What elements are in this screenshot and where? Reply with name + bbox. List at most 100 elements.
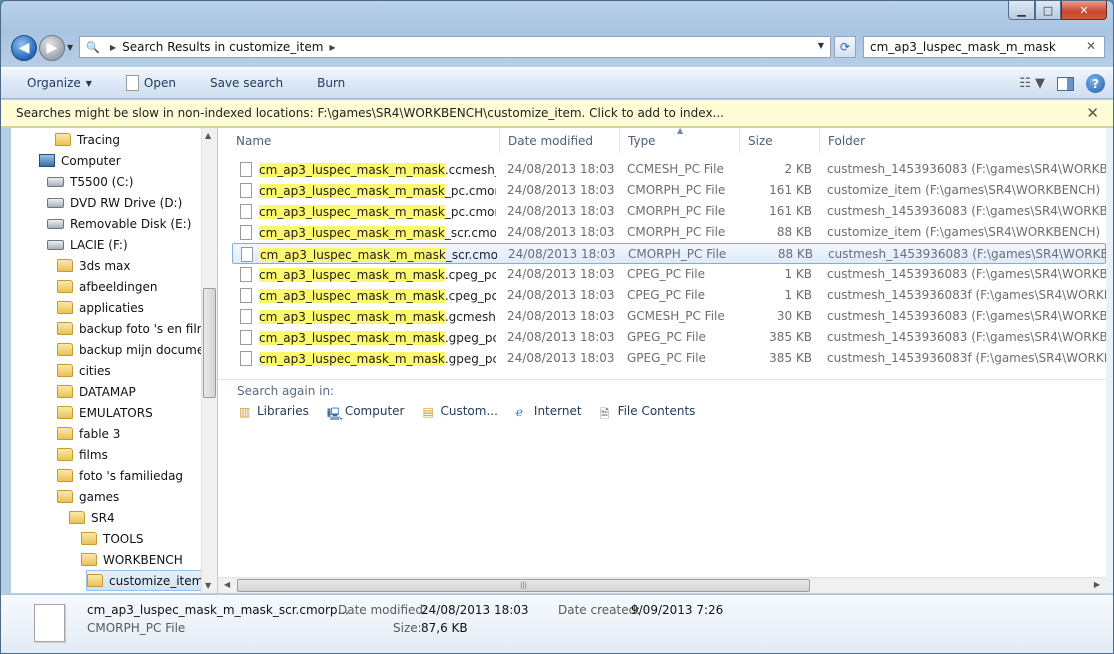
- file-name-cell[interactable]: cm_ap3_luspec_mask_m_mask_scr.cmorph...: [241, 247, 497, 262]
- scroll-right-icon[interactable]: ▶: [1094, 580, 1100, 589]
- table-row[interactable]: cm_ap3_luspec_mask_m_mask .gpeg_pc 24/08/2…: [232, 327, 1106, 348]
- search-again-link[interactable]: ℯ Internet: [516, 404, 582, 419]
- nav-item[interactable]: T5500 (C:): [47, 171, 133, 192]
- file-name-rest: .gcmesh_pc: [444, 309, 496, 324]
- nav-item[interactable]: applicaties: [57, 297, 144, 318]
- scroll-thumb[interactable]: [203, 288, 216, 398]
- file-name-cell[interactable]: cm_ap3_luspec_mask_m_mask_pc.cmorph...: [240, 183, 496, 198]
- file-name-cell[interactable]: cm_ap3_luspec_mask_m_mask .gpeg_pc: [240, 330, 496, 345]
- forward-button[interactable]: ▶: [39, 35, 65, 61]
- folder-icon: [69, 511, 85, 524]
- size-cell: 161 KB: [769, 204, 812, 218]
- info-bar-text[interactable]: Searches might be slow in non-indexed lo…: [16, 106, 724, 120]
- index-info-bar[interactable]: Searches might be slow in non-indexed lo…: [1, 100, 1113, 127]
- nav-item[interactable]: foto 's familiedag: [57, 465, 183, 486]
- back-button[interactable]: ◀: [11, 35, 37, 61]
- open-button[interactable]: Open: [118, 71, 184, 95]
- nav-item-label: DATAMAP: [79, 384, 136, 399]
- nav-item[interactable]: customize_item: [86, 570, 216, 591]
- close-button[interactable]: ✕: [1061, 1, 1107, 20]
- nav-item[interactable]: games: [57, 486, 119, 507]
- search-match-highlight: cm_ap3_luspec_mask_m_mask: [260, 247, 446, 262]
- search-query[interactable]: cm_ap3_luspec_mask_m_mask: [870, 40, 1056, 54]
- nav-item[interactable]: WORKBENCH: [81, 549, 183, 570]
- clear-search-icon[interactable]: ✕: [1086, 39, 1096, 53]
- file-name-cell[interactable]: cm_ap3_luspec_mask_m_mask.ccmesh_pc: [240, 162, 496, 177]
- nav-item[interactable]: backup mijn documen: [57, 339, 212, 360]
- column-header-date-modified[interactable]: Date modified: [500, 128, 620, 153]
- table-row[interactable]: cm_ap3_luspec_mask_m_mask .cpeg_pc 24/08/2…: [232, 285, 1106, 306]
- scroll-up-icon[interactable]: ▲: [205, 131, 211, 140]
- minimize-button[interactable]: ▁: [1008, 1, 1035, 20]
- scroll-down-icon[interactable]: ▼: [205, 581, 211, 590]
- nav-item[interactable]: afbeeldingen: [57, 276, 157, 297]
- save-search-button[interactable]: Save search: [202, 72, 291, 94]
- folder-icon: [57, 427, 73, 440]
- column-header-name[interactable]: Name: [228, 128, 500, 153]
- breadcrumb[interactable]: Search Results in customize_item: [122, 40, 323, 54]
- help-icon[interactable]: ?: [1086, 74, 1105, 93]
- search-input[interactable]: cm_ap3_luspec_mask_m_mask ✕: [863, 36, 1105, 58]
- search-match-highlight: cm_ap3_luspec_mask_m_mask: [259, 225, 445, 240]
- file-name-cell[interactable]: cm_ap3_luspec_mask_m_mask.gcmesh_pc: [240, 309, 496, 324]
- table-row[interactable]: cm_ap3_luspec_mask_m_mask_scr.cmorph... 2…: [232, 243, 1106, 264]
- burn-button[interactable]: Burn: [309, 72, 353, 94]
- search-again-link[interactable]: ▥ Libraries: [239, 404, 309, 419]
- nav-item[interactable]: 3ds max: [57, 255, 130, 276]
- file-name-cell[interactable]: cm_ap3_luspec_mask_m_mask_scr.cmorph...: [240, 225, 496, 240]
- folder-cell: customize_item (F:\games\SR4\WORKBENCH): [827, 225, 1101, 239]
- search-again-link[interactable]: 🗎 File Contents: [600, 404, 696, 421]
- nav-item[interactable]: DVD RW Drive (D:): [47, 192, 182, 213]
- size-cell: 1 KB: [784, 267, 812, 281]
- search-again-link[interactable]: 🖳 Computer: [327, 404, 405, 421]
- organize-button[interactable]: Organize ▼: [19, 72, 100, 94]
- nav-item[interactable]: films: [57, 444, 108, 465]
- horizontal-scrollbar[interactable]: ◀ ||| ▶: [218, 577, 1106, 593]
- table-row[interactable]: cm_ap3_luspec_mask_m_mask .gpeg_pc 24/08/2…: [232, 348, 1106, 369]
- address-bar[interactable]: 🔍 ▶ Search Results in customize_item ▶ ▼: [79, 36, 831, 58]
- table-row[interactable]: cm_ap3_luspec_mask_m_mask .cpeg_pc 24/08/2…: [232, 264, 1106, 285]
- file-name-cell[interactable]: cm_ap3_luspec_mask_m_mask_pc.cmorph...: [240, 204, 496, 219]
- navigation-scrollbar[interactable]: ▲ ▼: [201, 128, 217, 593]
- date-modified-cell: 24/08/2013 18:03: [507, 330, 615, 344]
- table-row[interactable]: cm_ap3_luspec_mask_m_mask.gcmesh_pc 24/08…: [232, 306, 1106, 327]
- search-again-link[interactable]: ▤ Custom...: [422, 404, 497, 419]
- table-row[interactable]: cm_ap3_luspec_mask_m_mask_scr.cmorph... 2…: [232, 222, 1106, 243]
- nav-item[interactable]: Tracing: [55, 129, 120, 150]
- refresh-button[interactable]: ⟳: [834, 36, 856, 58]
- nav-item[interactable]: TOOLS: [81, 528, 144, 549]
- preview-pane-icon[interactable]: [1057, 76, 1074, 91]
- table-row[interactable]: cm_ap3_luspec_mask_m_mask.ccmesh_pc 24/08…: [232, 159, 1106, 180]
- nav-item[interactable]: cities: [57, 360, 111, 381]
- nav-item[interactable]: SR4: [69, 507, 115, 528]
- details-date-modified[interactable]: 24/08/2013 18:03: [421, 603, 529, 617]
- nav-item[interactable]: EMULATORS: [57, 402, 153, 423]
- type-cell: CMORPH_PC File: [627, 183, 726, 197]
- maximize-button[interactable]: □: [1035, 1, 1061, 20]
- file-name-cell[interactable]: cm_ap3_luspec_mask_m_mask .cpeg_pc: [240, 288, 496, 303]
- size-cell: 385 KB: [769, 330, 812, 344]
- nav-item[interactable]: Computer: [39, 150, 121, 171]
- details-date-created[interactable]: 9/09/2013 7:26: [631, 603, 723, 617]
- nav-item[interactable]: DATAMAP: [57, 381, 136, 402]
- breadcrumb-separator-icon[interactable]: ▶: [110, 43, 116, 52]
- table-row[interactable]: cm_ap3_luspec_mask_m_mask_pc.cmorph... 24…: [232, 201, 1106, 222]
- nav-item[interactable]: backup foto 's en filmp: [57, 318, 216, 339]
- column-header-folder[interactable]: Folder: [820, 128, 1106, 153]
- table-row[interactable]: cm_ap3_luspec_mask_m_mask_pc.cmorph... 24…: [232, 180, 1106, 201]
- nav-item[interactable]: Removable Disk (E:): [47, 213, 191, 234]
- change-view-icon[interactable]: ☷ ▼: [1019, 76, 1045, 91]
- nav-item[interactable]: fable 3: [57, 423, 120, 444]
- column-header-size[interactable]: Size: [740, 128, 820, 153]
- horizontal-scroll-thumb[interactable]: |||: [237, 579, 810, 592]
- breadcrumb-chevron-icon[interactable]: ▶: [329, 43, 335, 52]
- folder-icon: [57, 469, 73, 482]
- close-info-bar-icon[interactable]: ✕: [1086, 104, 1099, 122]
- file-name-cell[interactable]: cm_ap3_luspec_mask_m_mask .gpeg_pc: [240, 351, 496, 366]
- recent-pages-dropdown[interactable]: ▼: [67, 43, 73, 52]
- nav-item[interactable]: LACIE (F:): [47, 234, 128, 255]
- file-name-cell[interactable]: cm_ap3_luspec_mask_m_mask .cpeg_pc: [240, 267, 496, 282]
- address-dropdown-icon[interactable]: ▼: [818, 41, 824, 50]
- scroll-left-icon[interactable]: ◀: [224, 580, 230, 589]
- file-name-rest: .gpeg_pc: [444, 330, 496, 345]
